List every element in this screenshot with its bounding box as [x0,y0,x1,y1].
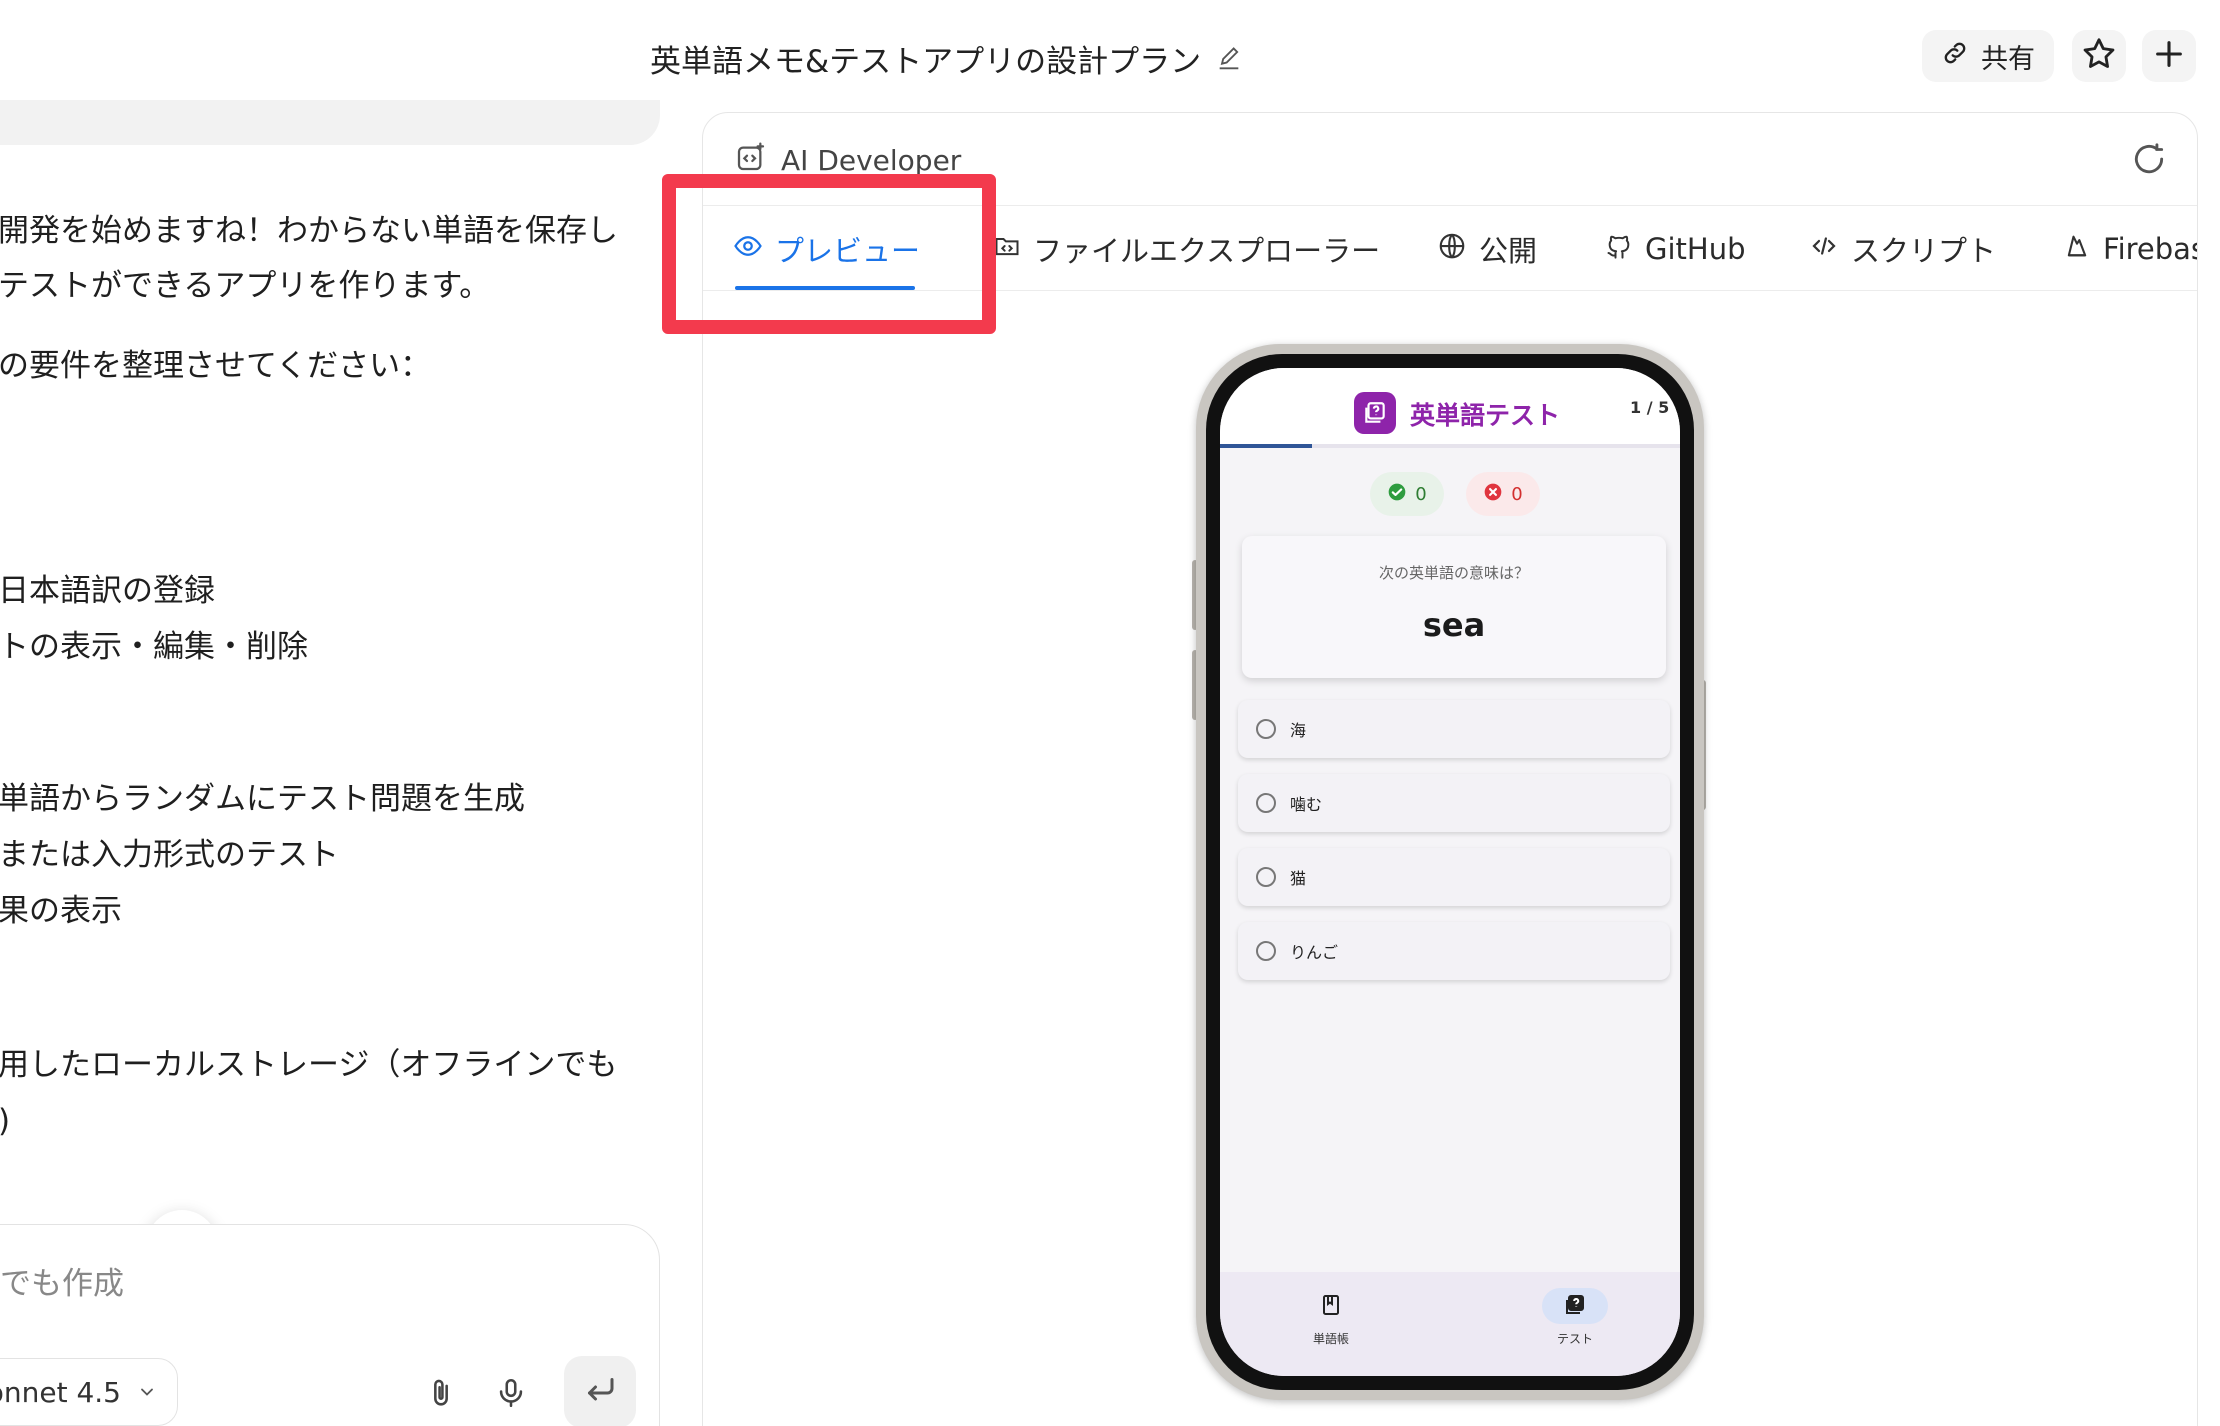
app-header: 英単語テスト 1 / 5 [1220,368,1680,444]
conversation-title: 英単語メモ&テストアプリの設計プラン [650,44,1202,80]
correct-count: 0 [1415,483,1427,505]
app-bottom-nav: 単語帳 テスト [1220,1272,1680,1376]
radio-button[interactable] [1256,867,1276,887]
x-circle-icon [1483,482,1503,507]
edit-title-icon[interactable] [1215,45,1243,73]
chat-text-line: 用したローカルストレージ（オフラインでも [0,1047,618,1083]
answer-option-label: 海 [1290,721,1307,740]
phone-screen: 英単語テスト 1 / 5 0 0 次の英単語の意味は？ sea 海 噛む 猫 り… [1220,368,1680,1376]
link-icon [1941,39,1969,74]
chat-text-line: ) [0,1100,10,1143]
microphone-icon [494,1374,528,1416]
attach-button[interactable] [418,1372,464,1418]
refresh-button[interactable] [2127,139,2171,183]
tab-file-explorer[interactable]: ファイルエクスプローラー [993,206,1380,292]
new-chat-button[interactable] [2142,30,2196,82]
quiz-icon [1563,1293,1587,1320]
send-button[interactable] [564,1356,636,1426]
question-progress-count: 1 / 5 [1630,398,1670,417]
enter-icon [582,1372,618,1412]
answer-option-label: 噛む [1290,795,1323,814]
question-progress-bar [1220,444,1680,448]
radio-button[interactable] [1256,719,1276,739]
answer-option[interactable]: 猫 [1238,848,1670,906]
tab-publish[interactable]: 公開 [1437,206,1537,292]
answer-option-label: 猫 [1290,869,1307,888]
tab-firebase[interactable]: Firebas [2063,206,2198,292]
answer-option[interactable]: 噛む [1238,774,1670,832]
tab-label: スクリプト [1851,234,1997,268]
check-circle-icon [1387,482,1407,507]
chat-text-line: 単語からランダムにテスト問題を生成 [0,781,525,817]
model-selector[interactable]: onnet 4.5 [0,1358,178,1426]
folder-code-icon [993,232,1021,267]
firebase-icon [2063,231,2091,268]
composer-placeholder[interactable]: でも作成 [0,1258,124,1303]
question-prompt: 次の英単語の意味は？ [1378,564,1529,582]
phone-frame: 英単語テスト 1 / 5 0 0 次の英単語の意味は？ sea 海 噛む 猫 り… [1196,344,1704,1400]
star-icon [2080,35,2118,77]
share-label: 共有 [1981,43,2035,75]
phone-bezel: 英単語テスト 1 / 5 0 0 次の英単語の意味は？ sea 海 噛む 猫 り… [1206,354,1694,1390]
conversation-title-group: 英単語メモ&テストアプリの設計プラン [650,36,1243,81]
radio-button[interactable] [1256,793,1276,813]
github-icon [1605,232,1633,267]
tab-label: Firebas [2103,232,2198,266]
answer-option[interactable]: 海 [1238,700,1670,758]
tab-label: ファイルエクスプローラー [1033,234,1381,268]
chat-text-line: 日本語訳の登録 [0,573,215,609]
nav-item-wordbook[interactable]: 単語帳 [1276,1288,1386,1347]
wrong-score-badge: 0 [1466,472,1540,516]
top-bar: 英単語メモ&テストアプリの設計プラン 共有 [0,0,2220,112]
chat-text-line: トの表示・編集・削除 [0,629,308,665]
highlight-box [662,174,996,334]
chevron-down-icon [137,1376,157,1409]
nav-label: 単語帳 [1312,1332,1349,1346]
tab-label: 公開 [1479,234,1538,268]
nav-pill-active [1542,1288,1608,1324]
correct-score-badge: 0 [1370,472,1444,516]
wrong-count: 0 [1511,483,1523,505]
globe-icon [1437,231,1467,268]
nav-pill [1298,1288,1364,1324]
question-word: sea [1422,606,1486,644]
share-button[interactable]: 共有 [1922,30,2054,82]
nav-item-test[interactable]: テスト [1520,1288,1630,1347]
code-icon [1809,231,1839,268]
refresh-icon [2130,140,2168,182]
answer-option-label: りんご [1290,943,1339,962]
question-card: 次の英単語の意味は？ sea [1242,536,1666,678]
quiz-app-icon [1354,392,1396,434]
tab-scripts[interactable]: スクリプト [1809,206,1996,292]
chat-text-line: 開発を始めますね！わからない単語を保存し [0,213,618,249]
chat-text-line: 果の表示 [0,893,122,929]
chat-text-line: の要件を整理させてください： [0,348,432,384]
workspace-title: AI Developer [781,144,962,177]
paperclip-icon [424,1374,458,1416]
tab-label: GitHub [1645,232,1746,266]
previous-user-message [0,100,660,145]
radio-button[interactable] [1256,941,1276,961]
app-title: 英単語テスト [1410,401,1561,430]
chat-text-line: テストができるアプリを作ります。 [0,268,491,304]
question-progress-fill [1220,444,1312,448]
book-icon [1319,1293,1343,1320]
model-label: onnet 4.5 [0,1375,121,1409]
chat-text-line: または入力形式のテスト [0,837,339,873]
voice-input-button[interactable] [488,1372,534,1418]
tab-github[interactable]: GitHub [1605,206,1746,292]
plus-icon [2152,37,2186,75]
nav-label: テスト [1556,1332,1593,1346]
favorite-button[interactable] [2072,30,2126,82]
answer-option[interactable]: りんご [1238,922,1670,980]
